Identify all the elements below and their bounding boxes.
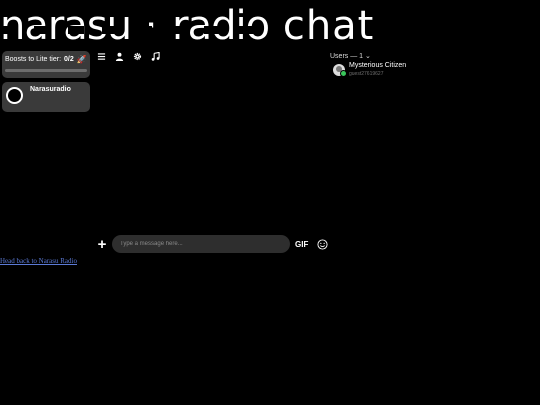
boost-count: 0/2 bbox=[64, 56, 74, 63]
chevron-down-icon: ⌄ bbox=[365, 53, 371, 60]
music-button[interactable] bbox=[150, 51, 160, 61]
app-logo: narasu · radio chat bbox=[0, 4, 374, 48]
users-count-label: Users — 1 bbox=[330, 53, 364, 60]
server-item-narasuradio[interactable]: Narasuradio bbox=[2, 82, 90, 112]
server-name: Narasuradio bbox=[30, 86, 71, 93]
menu-button[interactable] bbox=[96, 51, 106, 61]
gif-button[interactable]: GIF bbox=[295, 240, 308, 249]
message-input[interactable] bbox=[112, 235, 290, 253]
boost-label: Boosts to Lite tier: bbox=[5, 56, 62, 63]
user-id: guest27619627 bbox=[349, 71, 384, 77]
emoji-icon[interactable] bbox=[317, 238, 328, 250]
message-composer: + GIF bbox=[96, 235, 328, 253]
logo-glitch-overlay bbox=[0, 26, 272, 34]
logo-chat-word: chat bbox=[282, 3, 375, 49]
rocket-icon: 🚀 bbox=[76, 55, 87, 64]
music-icon bbox=[151, 51, 160, 61]
chat-toolbar bbox=[96, 51, 160, 61]
plus-icon: + bbox=[97, 235, 107, 253]
online-status-dot bbox=[340, 70, 347, 77]
back-to-site-link[interactable]: Head back to Narasu Radio bbox=[0, 257, 77, 265]
settings-button[interactable] bbox=[132, 51, 142, 61]
server-avatar bbox=[6, 87, 23, 104]
avatar bbox=[333, 64, 347, 77]
user-icon bbox=[115, 52, 123, 61]
add-attachment-button[interactable]: + bbox=[96, 236, 108, 253]
server-sidebar: Boosts to Lite tier: 0/2 🚀 Narasuradio bbox=[2, 51, 90, 112]
boost-progress-bar bbox=[5, 69, 87, 72]
user-name: Mysterious Citizen bbox=[349, 62, 407, 69]
profile-button[interactable] bbox=[114, 51, 124, 61]
menu-icon bbox=[97, 52, 105, 60]
boost-status-card: Boosts to Lite tier: 0/2 🚀 bbox=[2, 51, 90, 78]
user-list-item[interactable]: Mysterious Citizen guest27619627 bbox=[333, 62, 406, 78]
gear-icon bbox=[133, 52, 141, 60]
users-dropdown[interactable]: Users — 1 ⌄ bbox=[330, 52, 371, 60]
